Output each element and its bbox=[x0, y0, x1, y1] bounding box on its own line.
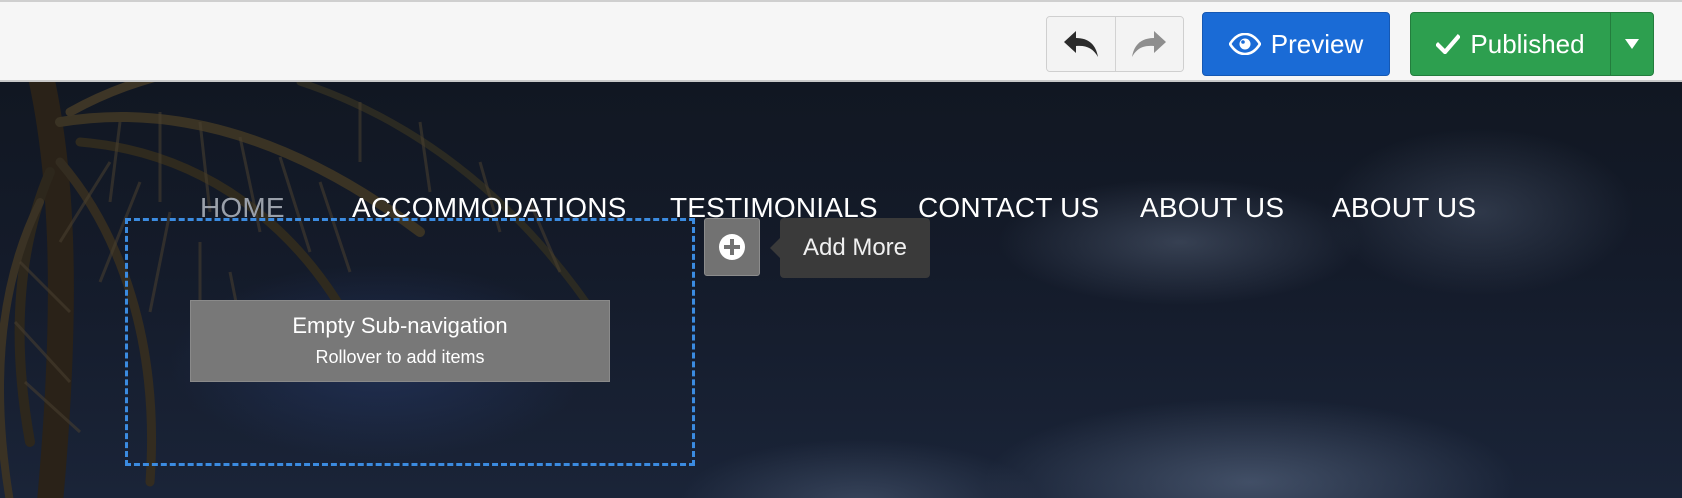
empty-subnav-hint: Rollover to add items bbox=[315, 347, 485, 367]
undo-button[interactable] bbox=[1047, 17, 1115, 71]
hero-background: HOME ACCOMMODATIONS TESTIMONIALS CONTACT… bbox=[0, 82, 1682, 498]
publish-options-dropdown[interactable] bbox=[1610, 13, 1653, 75]
published-button[interactable]: Published bbox=[1411, 13, 1610, 75]
nav-item-about-us[interactable]: ABOUT US bbox=[1140, 192, 1284, 224]
empty-subnav-placeholder[interactable]: Empty Sub-navigation Rollover to add ite… bbox=[190, 300, 610, 382]
plus-circle-icon bbox=[719, 234, 745, 260]
preview-label: Preview bbox=[1270, 28, 1364, 59]
empty-subnav-title: Empty Sub-navigation bbox=[292, 313, 508, 338]
nav-item-contact-us[interactable]: CONTACT US bbox=[918, 192, 1099, 224]
published-button-group: Published bbox=[1410, 12, 1654, 76]
eye-icon bbox=[1228, 33, 1261, 55]
checkmark-icon bbox=[1436, 34, 1461, 54]
history-button-group bbox=[1046, 16, 1184, 72]
undo-arrow-icon bbox=[1063, 31, 1098, 57]
published-label: Published bbox=[1470, 28, 1585, 59]
caret-down-icon bbox=[1625, 39, 1639, 49]
add-more-tooltip: Add More bbox=[770, 218, 930, 278]
redo-arrow-icon bbox=[1132, 31, 1167, 57]
preview-button[interactable]: Preview bbox=[1202, 12, 1390, 76]
nav-item-about-us-2[interactable]: ABOUT US bbox=[1332, 192, 1476, 224]
redo-button[interactable] bbox=[1114, 17, 1183, 71]
editor-toolbar: Preview Published bbox=[0, 0, 1682, 82]
add-more-button[interactable] bbox=[704, 218, 760, 276]
